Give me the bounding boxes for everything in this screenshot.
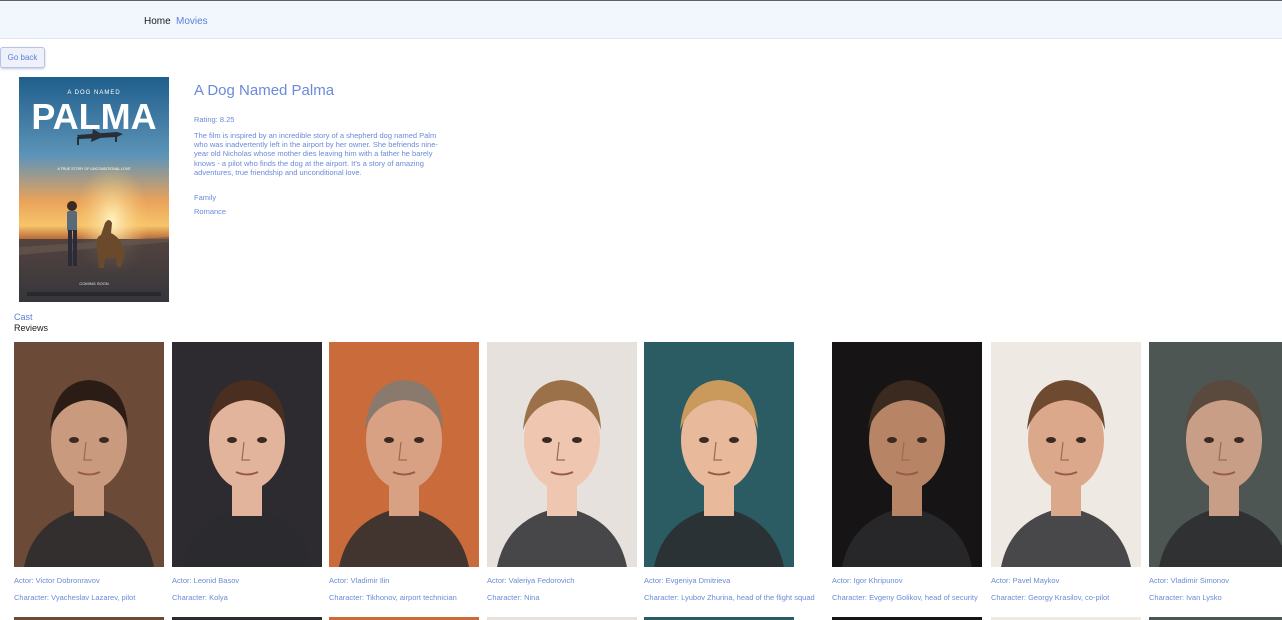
movie-title: A Dog Named Palma xyxy=(194,82,335,99)
nav-home-link[interactable]: Home xyxy=(144,16,171,28)
character-name: Character: Georgy Krasilov, co-pilot xyxy=(991,593,1110,602)
poster-title: PALMA xyxy=(31,96,156,137)
actor-photo xyxy=(644,342,794,567)
character-name: Character: Lyubov Zhurina, head of the f… xyxy=(644,593,815,602)
poster-footer: COMING SOON xyxy=(79,281,108,286)
actor-name: Actor: Vladimir Simonov xyxy=(1149,576,1230,585)
cast-card: Actor: Evgeniya Dmitrieva Character: Lyub… xyxy=(644,342,815,602)
poster-image: A DOG NAMED PALMA A TRUE STORY OF UNCOND… xyxy=(19,77,169,302)
actor-photo xyxy=(487,342,637,567)
cast-card: Actor: Victor Dobronravov Character: Vyac… xyxy=(14,342,164,602)
movie-rating: Rating: 8.25 xyxy=(194,115,235,124)
reviews-link[interactable]: Reviews xyxy=(14,323,48,333)
movie-poster: A DOG NAMED PALMA A TRUE STORY OF UNCOND… xyxy=(19,77,169,302)
actor-name: Actor: Leonid Basov xyxy=(172,576,240,585)
actor-name: Actor: Igor Khripunov xyxy=(832,576,903,585)
actor-photo xyxy=(14,342,164,567)
cast-link[interactable]: Cast xyxy=(14,312,33,322)
actor-name: Actor: Pavel Maykov xyxy=(991,576,1060,585)
actor-photo xyxy=(1149,342,1282,567)
actor-name: Actor: Victor Dobronravov xyxy=(14,576,100,585)
go-back-button[interactable]: Go back xyxy=(0,47,45,68)
actor-name: Actor: Vladimir Ilin xyxy=(329,576,390,585)
nav-movies-link[interactable]: Movies xyxy=(176,16,208,28)
movie-overview: The film is inspired by an incredible st… xyxy=(194,131,438,177)
character-name: Character: Nina xyxy=(487,593,540,602)
genre-item: Romance xyxy=(194,207,227,216)
actor-name: Actor: Valeriya Fedorovich xyxy=(487,576,575,585)
actor-photo xyxy=(172,342,322,567)
character-name: Character: Ivan Lysko xyxy=(1149,593,1222,602)
cast-card: Actor: Leonid Basov Character: Kolya xyxy=(172,342,322,602)
cast-card: Actor: Valeriya Fedorovich Character: Nin… xyxy=(487,342,637,602)
actor-name: Actor: Evgeniya Dmitrieva xyxy=(644,576,731,585)
top-navbar: Home Movies xyxy=(0,1,1282,39)
genre-item: Family xyxy=(194,193,217,202)
cast-card: Actor: Pavel Maykov Character: Georgy Kra… xyxy=(991,342,1141,602)
cast-card: Actor: Igor Khripunov Character: Evgeny G… xyxy=(832,342,982,602)
character-name: Character: Vyacheslav Lazarev, pilot xyxy=(14,593,136,602)
cast-card: Actor: Vladimir Ilin Character: Tikhonov,… xyxy=(329,342,479,602)
cast-card: Actor: Vladimir Simonov Character: Ivan L… xyxy=(1149,342,1282,602)
actor-photo xyxy=(329,342,479,567)
actor-photo xyxy=(991,342,1141,567)
character-name: Character: Evgeny Golikov, head of secur… xyxy=(832,593,978,602)
actor-photo xyxy=(832,342,982,567)
character-name: Character: Kolya xyxy=(172,593,228,602)
character-name: Character: Tikhonov, airport technician xyxy=(329,593,457,602)
poster-tagline: A TRUE STORY OF UNCONDITIONAL LOVE xyxy=(57,167,131,171)
